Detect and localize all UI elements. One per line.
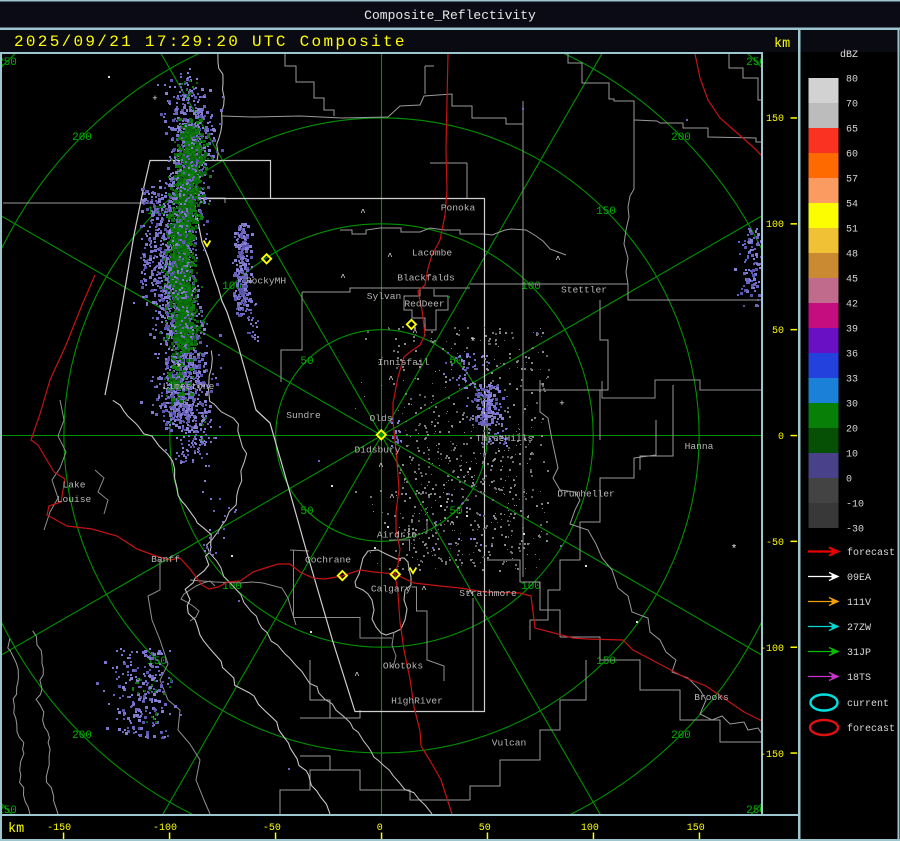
svg-text:100: 100: [521, 581, 541, 593]
svg-text:Blackfalds: Blackfalds: [397, 273, 455, 284]
svg-text:^: ^: [388, 375, 393, 385]
svg-text:current: current: [847, 699, 889, 710]
svg-text:50: 50: [300, 356, 313, 368]
svg-text:80: 80: [846, 75, 858, 86]
svg-text:-150: -150: [47, 823, 71, 834]
svg-text:10: 10: [846, 450, 858, 461]
svg-text:Drumheller: Drumheller: [557, 489, 615, 500]
svg-text:Louise: Louise: [57, 494, 92, 505]
svg-text:Hanna: Hanna: [685, 441, 714, 452]
svg-text:200: 200: [671, 132, 691, 144]
svg-text:Calgary: Calgary: [371, 584, 412, 595]
svg-text:57: 57: [846, 175, 858, 186]
svg-text:Brooks: Brooks: [694, 692, 729, 703]
svg-text:70: 70: [846, 100, 858, 111]
svg-text:27ZW: 27ZW: [847, 623, 871, 634]
svg-text:54: 54: [846, 200, 858, 211]
svg-text:Olds: Olds: [369, 413, 392, 424]
svg-text:31JP: 31JP: [847, 648, 871, 659]
svg-text:Ponoka: Ponoka: [441, 203, 476, 214]
svg-text:Banff: Banff: [151, 554, 180, 565]
svg-text:250: 250: [0, 57, 17, 69]
svg-text:-10: -10: [846, 500, 864, 511]
svg-text:+: +: [152, 94, 157, 104]
svg-text:Limestone: Limestone: [163, 381, 215, 392]
svg-text:200: 200: [72, 132, 92, 144]
svg-text:150: 150: [687, 823, 705, 834]
svg-text:Sylvan: Sylvan: [367, 291, 402, 302]
svg-text:Composite_Reflectivity: Composite_Reflectivity: [364, 8, 536, 23]
svg-text:^: ^: [389, 493, 394, 503]
svg-text:forecast: forecast: [847, 723, 895, 735]
svg-text:48: 48: [846, 250, 858, 261]
svg-text:^: ^: [378, 462, 383, 472]
svg-text:100: 100: [581, 823, 599, 834]
svg-text:-50: -50: [766, 538, 784, 549]
svg-text:forecast: forecast: [847, 547, 895, 559]
svg-text:50: 50: [772, 326, 784, 337]
svg-text:^: ^: [421, 585, 426, 595]
svg-text:36: 36: [846, 350, 858, 361]
svg-text:Airdrie: Airdrie: [377, 530, 418, 541]
svg-text:*: *: [470, 337, 477, 349]
svg-text:150: 150: [596, 206, 616, 218]
svg-text:100: 100: [766, 220, 784, 231]
svg-text:150: 150: [766, 114, 784, 125]
svg-text:100: 100: [521, 281, 541, 293]
svg-text:^: ^: [555, 255, 560, 265]
svg-text:km: km: [8, 822, 24, 837]
svg-text:39: 39: [846, 325, 858, 336]
svg-text:0: 0: [778, 432, 784, 443]
svg-text:-50: -50: [263, 823, 281, 834]
svg-text:^: ^: [467, 589, 472, 599]
svg-text:Vulcan: Vulcan: [492, 738, 527, 749]
svg-text:RedDeer: RedDeer: [404, 299, 444, 310]
svg-text:111V: 111V: [847, 598, 871, 609]
svg-text:Lacombe: Lacombe: [412, 248, 453, 259]
svg-text:60: 60: [846, 150, 858, 161]
svg-text:Innisfail: Innisfail: [378, 357, 430, 368]
svg-text:0: 0: [377, 823, 383, 834]
svg-text:Sundre: Sundre: [286, 410, 321, 421]
svg-text:ThreeHills: ThreeHills: [476, 433, 534, 444]
svg-text:-30: -30: [846, 525, 864, 536]
svg-text:*: *: [731, 544, 738, 556]
svg-text:09EA: 09EA: [847, 573, 871, 584]
svg-text:2025/09/21 17:29:20 UTC Compos: 2025/09/21 17:29:20 UTC Composite: [14, 33, 407, 51]
svg-text:^: ^: [449, 520, 454, 530]
svg-text:45: 45: [846, 275, 858, 286]
svg-text:^: ^: [354, 671, 359, 681]
svg-text:-150: -150: [760, 750, 784, 761]
svg-text:200: 200: [671, 730, 691, 742]
svg-text:200: 200: [72, 730, 92, 742]
svg-text:Didsbury: Didsbury: [354, 445, 400, 456]
svg-text:Cochrane: Cochrane: [305, 555, 351, 566]
svg-text:Stettler: Stettler: [561, 285, 607, 296]
svg-text:18TS: 18TS: [847, 673, 871, 684]
svg-text:30: 30: [846, 400, 858, 411]
svg-text:50: 50: [300, 506, 313, 518]
svg-text:51: 51: [846, 225, 858, 236]
svg-text:-100: -100: [153, 823, 177, 834]
svg-text:^: ^: [387, 252, 392, 262]
svg-text:^: ^: [340, 273, 345, 283]
svg-text:50: 50: [479, 823, 491, 834]
svg-text:20: 20: [846, 425, 858, 436]
svg-text:km: km: [774, 37, 790, 52]
svg-text:*: *: [176, 363, 183, 375]
svg-text:+: +: [559, 399, 564, 409]
svg-text:^: ^: [360, 208, 365, 218]
svg-text:dBZ: dBZ: [840, 49, 858, 61]
svg-text:65: 65: [846, 125, 858, 136]
svg-text:150: 150: [596, 656, 616, 668]
svg-text:RockyMH: RockyMH: [246, 276, 286, 287]
svg-text:0: 0: [846, 475, 852, 486]
svg-text:-100: -100: [760, 644, 784, 655]
svg-text:33: 33: [846, 375, 858, 386]
svg-text:Lake: Lake: [62, 480, 85, 491]
svg-text:HighRiver: HighRiver: [391, 696, 443, 707]
svg-text:Okotoks: Okotoks: [383, 661, 423, 672]
svg-text:^: ^: [412, 328, 417, 338]
svg-text:42: 42: [846, 300, 858, 311]
